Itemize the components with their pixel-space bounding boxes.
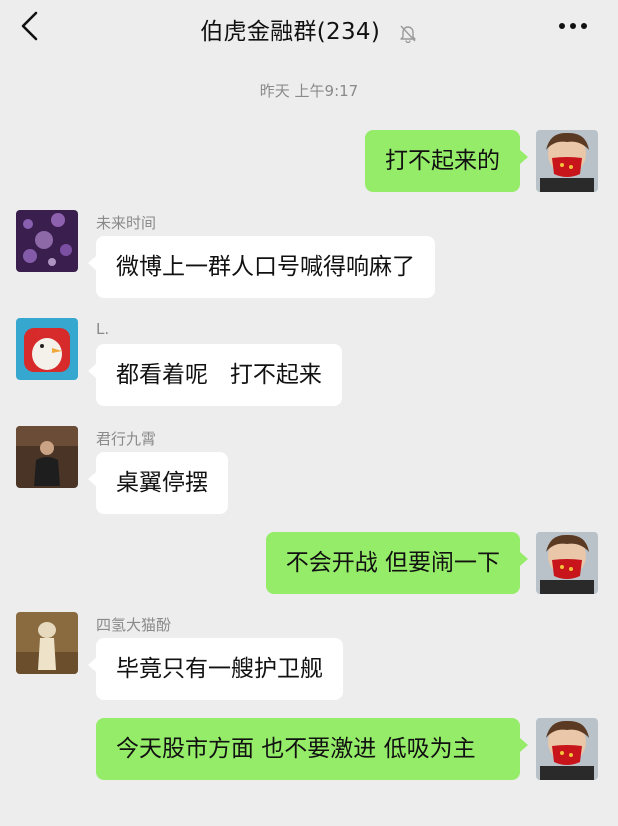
message-bubble-incoming[interactable]: 桌翼停摆: [88, 452, 228, 514]
chat-title: 伯虎金融群(234): [200, 19, 381, 45]
more-dots-icon[interactable]: [556, 14, 590, 38]
message-bubble-outgoing[interactable]: 打不起来的: [365, 130, 528, 192]
my-avatar[interactable]: [536, 130, 598, 192]
message-bubble-incoming[interactable]: 都看着呢 打不起来: [88, 344, 342, 406]
avatar-未来时间[interactable]: [16, 210, 78, 272]
my-avatar[interactable]: [536, 718, 598, 780]
chat-header: 伯虎金融群(234): [0, 0, 618, 58]
sender-name: 君行九霄: [96, 430, 157, 448]
avatar-君行九霄[interactable]: [16, 426, 78, 488]
avatar-L.[interactable]: [16, 318, 78, 380]
message-bubble-outgoing[interactable]: 今天股市方面 也不要激进 低吸为主: [96, 718, 528, 780]
chat-title-group: 伯虎金融群(234): [0, 12, 618, 46]
message-timestamp: 昨天 上午9:17: [259, 82, 359, 100]
message-bubble-incoming[interactable]: 微博上一群人口号喊得响麻了: [88, 236, 435, 298]
my-avatar[interactable]: [536, 532, 598, 594]
sender-name: 四氢大猫酚: [96, 616, 172, 634]
bell-muted-icon: [398, 23, 418, 43]
avatar-四氢大猫酚[interactable]: [16, 612, 78, 674]
message-bubble-incoming[interactable]: 毕竟只有一艘护卫舰: [88, 638, 343, 700]
sender-name: 未来时间: [96, 214, 157, 232]
message-bubble-outgoing[interactable]: 不会开战 但要闹一下: [265, 532, 529, 594]
sender-name: L.: [96, 320, 110, 338]
